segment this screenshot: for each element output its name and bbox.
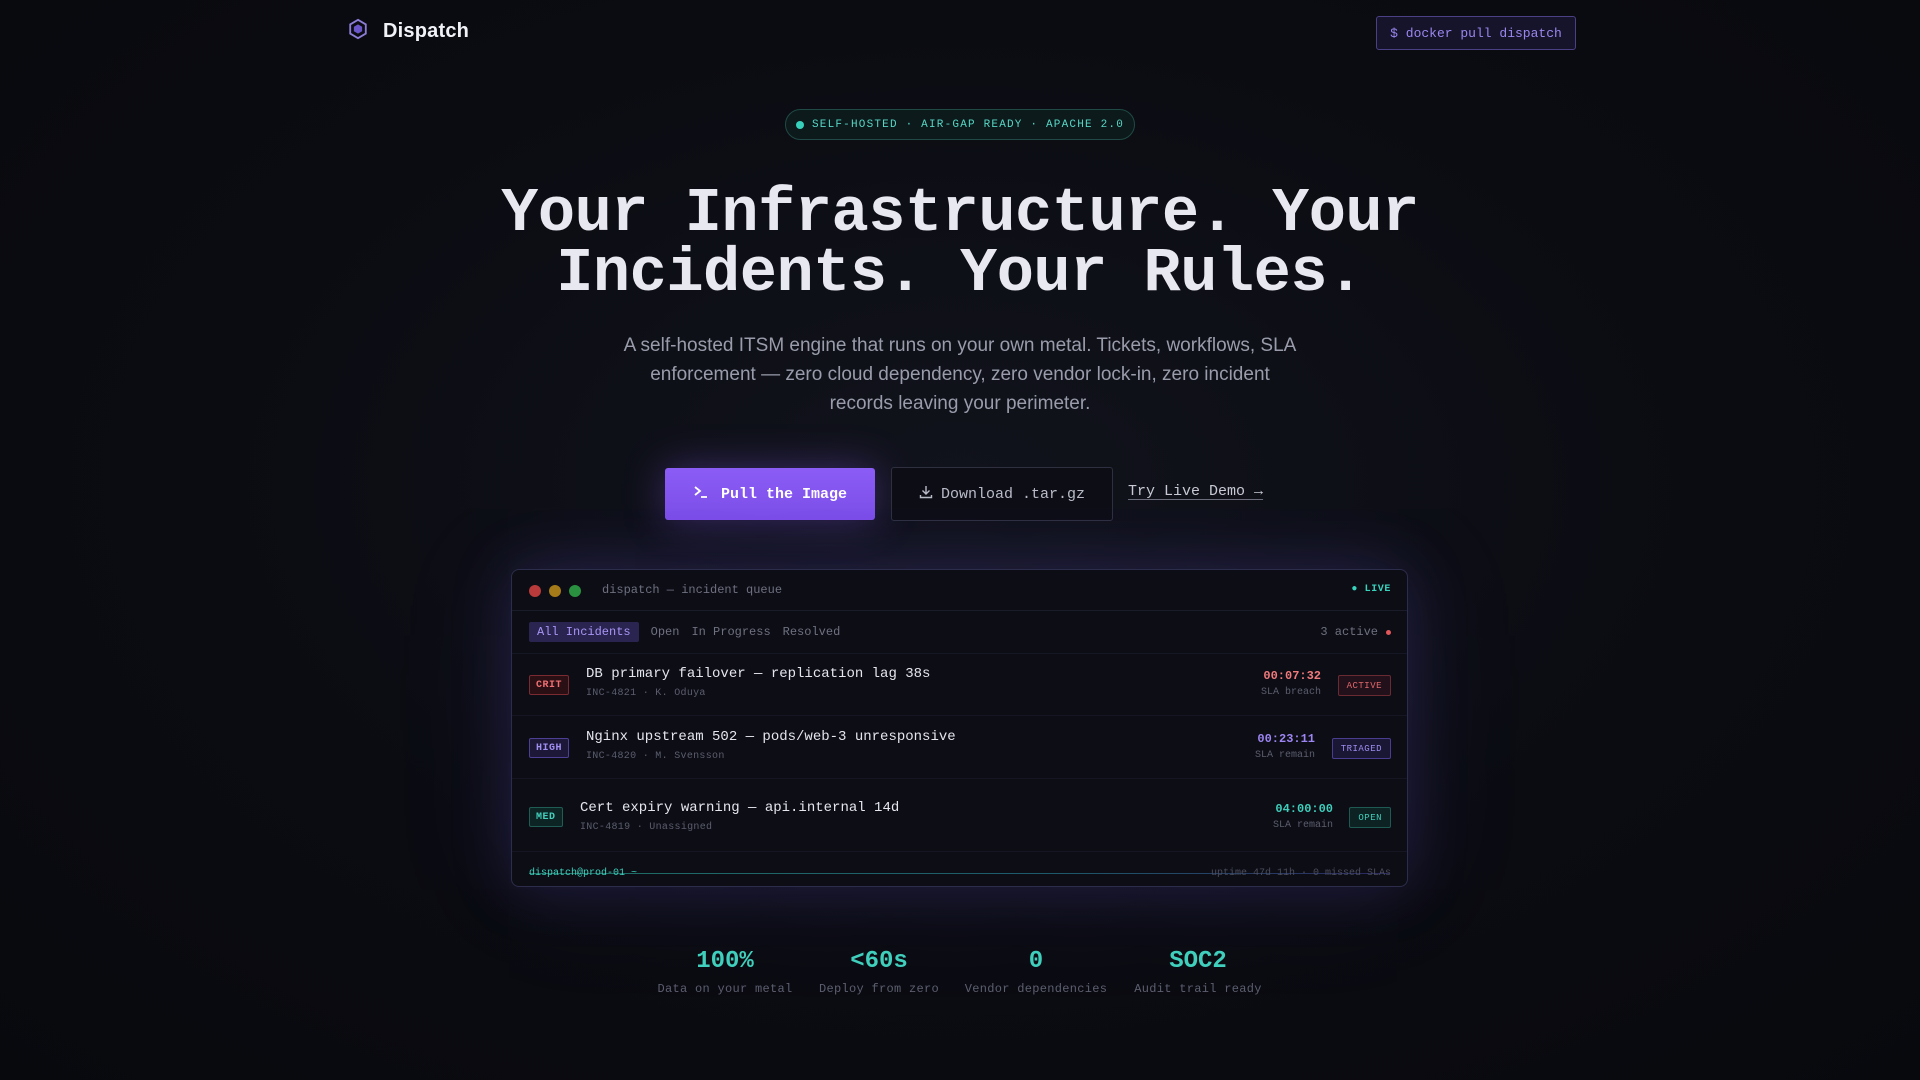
filter-tabs: All Incidents Open In Progress Resolved	[529, 622, 840, 642]
hero-subtitle: A self-hosted ITSM engine that runs on y…	[623, 335, 1297, 414]
panel-footer: dispatch@prod-01 ~ uptime 47d 11h · 0 mi…	[512, 860, 1407, 886]
sla-label: SLA breach	[1260, 687, 1321, 698]
top-nav: Dispatch $ docker pull dispatch	[0, 0, 1920, 66]
tab-open[interactable]: Open	[651, 622, 680, 642]
incident-row[interactable]: MED Cert expiry warning — api.internal 1…	[512, 782, 1407, 852]
status-dot-icon	[795, 120, 804, 129]
sla-timer: 00:07:32	[1263, 669, 1321, 683]
uptime-status: uptime 47d 11h · 0 missed SLAs	[1210, 868, 1391, 879]
alert-dot-icon	[1386, 629, 1391, 635]
tab-all-incidents[interactable]: All Incidents	[529, 622, 639, 642]
stat-value: 0	[1028, 948, 1044, 975]
stat-label: Data on your metal	[657, 982, 793, 996]
incident-title: Cert expiry warning — api.internal 14d	[580, 800, 900, 816]
close-dot-icon	[529, 585, 541, 597]
incident-meta: INC-4820 · M. Svensson	[586, 751, 725, 762]
sla-timer: 00:23:11	[1257, 732, 1315, 746]
download-tarball-button[interactable]: Download .tar.gz	[891, 467, 1113, 521]
live-demo-link[interactable]: Try Live Demo →	[1128, 483, 1263, 500]
live-indicator: ● LIVE	[1351, 584, 1391, 595]
shield-hex-icon	[347, 18, 369, 45]
stat-label: Deploy from zero	[818, 982, 940, 996]
hero-title: Your Infrastructure. Your Incidents. You…	[360, 183, 1560, 305]
status-badge: ACTIVE	[1337, 675, 1391, 696]
incident-row[interactable]: CRIT DB primary failover — replication l…	[512, 654, 1407, 716]
incident-queue-panel: dispatch — incident queue ● LIVE All Inc…	[511, 569, 1408, 887]
stat-value: SOC2	[1169, 948, 1227, 975]
pull-image-button[interactable]: Pull the Image	[665, 468, 875, 520]
incident-title: DB primary failover — replication lag 38…	[586, 666, 931, 682]
incident-meta: INC-4821 · K. Oduya	[586, 688, 706, 699]
stat-item: 0 Vendor dependencies	[961, 948, 1111, 996]
active-count: 3 active	[1320, 625, 1391, 639]
stat-value: <60s	[850, 948, 908, 975]
tab-resolved[interactable]: Resolved	[783, 622, 841, 642]
hero-title-line2: Incidents. Your Rules.	[556, 238, 1364, 309]
feature-badge: SELF-HOSTED · AIR-GAP READY · APACHE 2.0	[785, 109, 1135, 140]
maximize-dot-icon	[569, 585, 581, 597]
status-badge: TRIAGED	[1331, 738, 1391, 759]
stat-item: 100% Data on your metal	[650, 948, 800, 996]
panel-title: dispatch — incident queue	[602, 583, 783, 597]
sla-label: SLA remain	[1254, 750, 1315, 761]
stat-item: <60s Deploy from zero	[804, 948, 954, 996]
incident-row[interactable]: HIGH Nginx upstream 502 — pods/web-3 unr…	[512, 717, 1407, 779]
active-count-label: 3 active	[1320, 625, 1378, 639]
sla-timer: 04:00:00	[1275, 802, 1333, 816]
stat-label: Vendor dependencies	[964, 982, 1108, 996]
pull-image-label: Pull the Image	[720, 485, 848, 503]
stat-value: 100%	[696, 948, 754, 975]
panel-titlebar: dispatch — incident queue ● LIVE	[512, 570, 1407, 611]
brand-name: Dispatch	[383, 20, 470, 42]
severity-badge: MED	[529, 807, 563, 827]
incident-meta: INC-4819 · Unassigned	[580, 822, 713, 833]
stat-label: Audit trail ready	[1134, 982, 1262, 996]
badge-text: SELF-HOSTED · AIR-GAP READY · APACHE 2.0	[811, 118, 1125, 131]
brand-link[interactable]: Dispatch	[347, 18, 469, 45]
shell-prompt: dispatch@prod-01 ~	[529, 868, 638, 879]
docker-pull-button[interactable]: $ docker pull dispatch	[1376, 16, 1576, 50]
incident-title: Nginx upstream 502 — pods/web-3 unrespon…	[586, 729, 956, 745]
minimize-dot-icon	[549, 585, 561, 597]
severity-badge: CRIT	[529, 675, 570, 695]
page: { "brand": { "name": "Dispatch", "icon":…	[0, 0, 1920, 1080]
severity-badge: HIGH	[529, 738, 570, 758]
status-badge: OPEN	[1349, 807, 1391, 828]
download-label: Download .tar.gz	[940, 485, 1086, 503]
terminal-prompt-icon	[693, 485, 709, 504]
stat-item: SOC2 Audit trail ready	[1123, 948, 1273, 996]
tab-in-progress[interactable]: In Progress	[691, 622, 770, 642]
download-icon	[919, 485, 933, 504]
sla-label: SLA remain	[1272, 820, 1333, 831]
